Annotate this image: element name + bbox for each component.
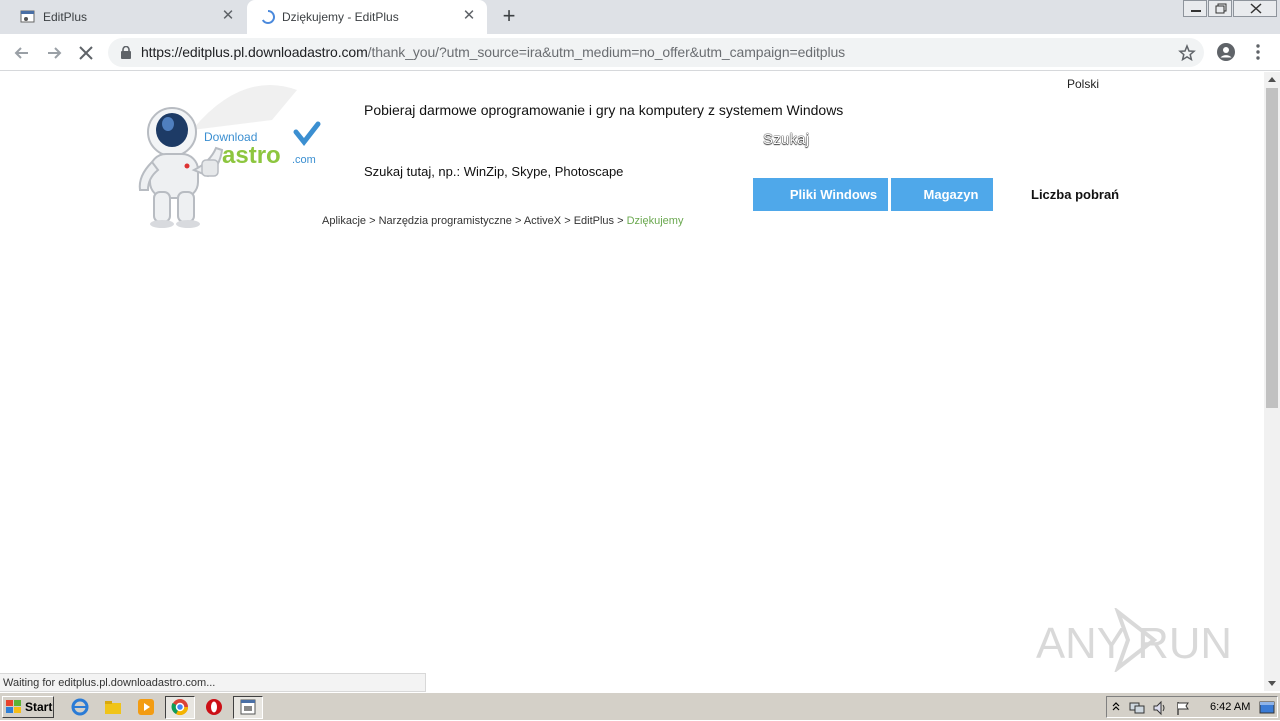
language-selector[interactable]: Polski: [1067, 77, 1099, 91]
volume-icon[interactable]: [1152, 700, 1168, 716]
editplus-favicon-icon: [20, 9, 36, 25]
breadcrumb: Aplikacje > Narzędzia programistyczne > …: [322, 215, 683, 227]
search-label[interactable]: Szukaj: [763, 131, 809, 148]
lock-icon: [120, 45, 132, 59]
tab-title: EditPlus: [43, 10, 88, 24]
breadcrumb-separator: >: [617, 215, 624, 227]
scrollbar-thumb[interactable]: [1266, 88, 1278, 408]
magazine-button[interactable]: Magazyn: [891, 178, 993, 211]
breadcrumb-item-aplikacje[interactable]: Aplikacje: [322, 215, 366, 227]
close-window-button[interactable]: [1233, 0, 1277, 17]
logo-word-com: .com: [292, 154, 316, 166]
site-tagline: Pobieraj darmowe oprogramowanie i gry na…: [364, 102, 844, 118]
breadcrumb-separator: >: [514, 215, 522, 227]
chrome-icon[interactable]: [171, 698, 189, 716]
url-text: https://editplus.pl.downloadastro.com/th…: [141, 44, 845, 60]
new-tab-button[interactable]: +: [499, 5, 519, 27]
action-center-flag-icon[interactable]: [1175, 700, 1191, 716]
show-hidden-icons-icon[interactable]: [1111, 700, 1121, 714]
profile-avatar-icon[interactable]: [1216, 42, 1236, 62]
breadcrumb-separator: >: [564, 215, 571, 227]
tab-title: Dziękujemy - EditPlus: [282, 10, 399, 24]
stop-loading-button[interactable]: [75, 42, 97, 64]
scroll-down-arrow-icon[interactable]: [1268, 681, 1276, 686]
logo-word-astro: astro: [222, 142, 281, 169]
loading-spinner-icon: [260, 9, 276, 25]
breadcrumb-item-editplus[interactable]: EditPlus: [574, 215, 614, 227]
show-desktop-icon[interactable]: [1259, 700, 1275, 716]
breadcrumb-separator: >: [369, 215, 376, 227]
vertical-scrollbar[interactable]: [1264, 72, 1280, 691]
system-tray: 6:42 AM: [1106, 696, 1278, 718]
back-button[interactable]: [11, 42, 33, 64]
internet-explorer-icon[interactable]: [71, 698, 89, 716]
breadcrumb-item-narzedzia[interactable]: Narzędzia programistyczne: [379, 215, 512, 227]
tab-dziekujemy[interactable]: Dziękujemy - EditPlus ✕: [247, 0, 487, 34]
address-bar[interactable]: https://editplus.pl.downloadastro.com/th…: [108, 38, 1204, 67]
anyrun-watermark: ANY RUN: [1036, 606, 1236, 674]
file-explorer-icon[interactable]: [104, 698, 122, 716]
bookmark-star-icon[interactable]: [1178, 43, 1196, 62]
forward-button[interactable]: [43, 42, 65, 64]
downloadastro-logo[interactable]: Download astro .com: [132, 80, 324, 230]
page-viewport: Polski Download astro .com Pobieraj darm…: [0, 72, 1264, 691]
start-button[interactable]: Start: [2, 696, 54, 718]
breadcrumb-item-activex[interactable]: ActiveX: [524, 215, 561, 227]
url-path: /thank_you/?utm_source=ira&utm_medium=no…: [367, 44, 846, 60]
kebab-menu-icon[interactable]: [1248, 42, 1268, 62]
media-player-icon[interactable]: [137, 698, 155, 716]
downloads-count-link[interactable]: Liczba pobrań: [1031, 187, 1119, 202]
tab-strip: EditPlus ✕ Dziękujemy - EditPlus ✕ +: [0, 0, 1280, 34]
search-hint[interactable]: Szukaj tutaj, np.: WinZip, Skype, Photos…: [364, 164, 623, 179]
start-label: Start: [25, 700, 53, 714]
status-bubble: Waiting for editplus.pl.downloadastro.co…: [0, 673, 426, 692]
url-host: https://editplus.pl.downloadastro.com: [141, 44, 368, 60]
minimize-button[interactable]: [1183, 0, 1207, 17]
tab-close-icon[interactable]: ✕: [461, 8, 477, 24]
editplus-app-icon[interactable]: [239, 698, 257, 716]
network-icon[interactable]: [1129, 700, 1145, 716]
scroll-up-arrow-icon[interactable]: [1268, 77, 1276, 82]
tab-close-icon[interactable]: ✕: [220, 8, 236, 24]
opera-icon[interactable]: [205, 698, 223, 716]
browser-toolbar: https://editplus.pl.downloadastro.com/th…: [0, 34, 1280, 71]
windows-flag-icon: [6, 700, 21, 713]
watermark-text: ANY RUN: [1036, 619, 1232, 668]
restore-button[interactable]: [1208, 0, 1232, 17]
windows-files-button[interactable]: Pliki Windows: [753, 178, 888, 211]
back-arrow-icon: [14, 47, 28, 59]
forward-arrow-icon: [48, 47, 62, 59]
astronaut-logo-icon: Download astro .com: [138, 85, 321, 228]
tab-editplus[interactable]: EditPlus ✕: [0, 0, 246, 34]
taskbar-clock[interactable]: 6:42 AM: [1210, 701, 1250, 713]
windows-taskbar: Start 6:42 AM: [0, 692, 1280, 720]
breadcrumb-current: Dziękujemy: [626, 215, 684, 227]
stop-icon: [79, 46, 93, 60]
